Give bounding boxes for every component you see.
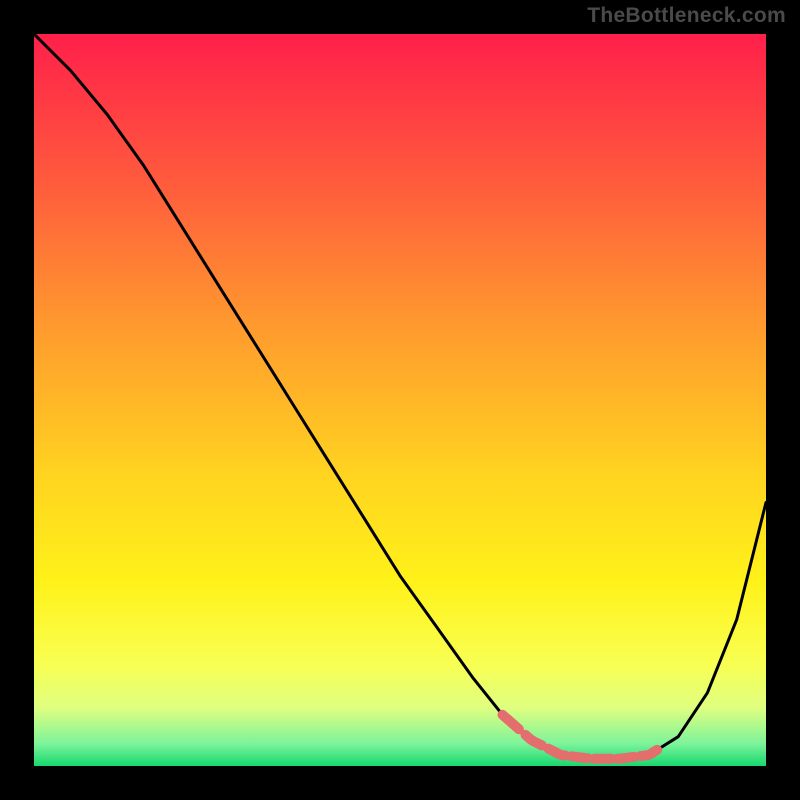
plot-area bbox=[34, 34, 766, 766]
watermark-text: TheBottleneck.com bbox=[587, 4, 786, 28]
chart-svg bbox=[34, 34, 766, 766]
chart-frame: TheBottleneck.com bbox=[0, 0, 800, 800]
gradient-background bbox=[34, 34, 766, 766]
